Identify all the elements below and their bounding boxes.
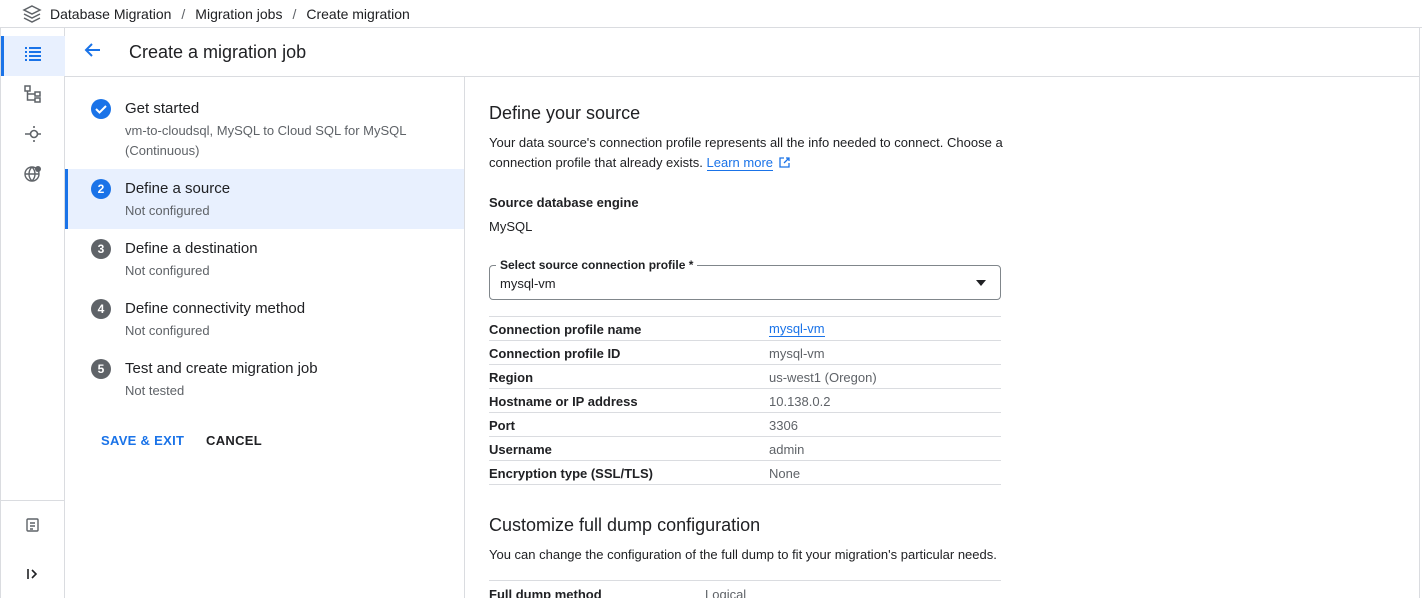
connection-icon	[24, 125, 42, 148]
section-heading-dump: Customize full dump configuration	[489, 515, 761, 535]
detail-key: Port	[489, 418, 515, 433]
detail-value: mysql-vm	[769, 346, 825, 361]
main-content: Define your source Your data source's co…	[489, 77, 1409, 598]
save-exit-button[interactable]: SAVE & EXIT	[101, 433, 184, 448]
breadcrumb-separator: /	[181, 5, 186, 22]
detail-key: Username	[489, 442, 552, 457]
dump-description: You can change the configuration of the …	[489, 547, 997, 562]
connection-profile-name-link[interactable]: mysql-vm	[769, 322, 825, 337]
open-in-new-icon	[778, 154, 790, 174]
list-icon	[24, 45, 42, 68]
detail-value: 10.138.0.2	[769, 394, 831, 409]
cancel-button[interactable]: CANCEL	[206, 433, 262, 448]
right-edge-divider	[1419, 28, 1420, 598]
source-profile-select-label: Select source connection profile *	[496, 258, 698, 272]
detail-value: None	[769, 466, 801, 481]
page-title: Create a migration job	[129, 41, 307, 62]
step-define-source[interactable]: 2 Define a source Not configured	[65, 169, 464, 229]
detail-key: Hostname or IP address	[489, 394, 638, 409]
check-circle-icon	[90, 98, 112, 125]
expand-rail-icon	[26, 567, 40, 586]
table-row: Connection profile name mysql-vm	[489, 317, 1001, 341]
rail-item-private-connectivity[interactable]	[1, 156, 65, 196]
table-row: Hostname or IP address 10.138.0.2	[489, 389, 1001, 413]
detail-key: Encryption type (SSL/TLS)	[489, 466, 653, 481]
step-test-create[interactable]: 5 Test and create migration job Not test…	[65, 349, 464, 409]
breadcrumb-migration-jobs[interactable]: Migration jobs	[195, 6, 282, 22]
connection-profile-details: Connection profile name mysql-vm Connect…	[489, 316, 1001, 485]
dump-method-value: Logical	[705, 587, 747, 598]
step-get-started[interactable]: Get started vm-to-cloudsql, MySQL to Clo…	[65, 77, 464, 169]
dump-config-table: Full dump method Logical	[489, 580, 1001, 598]
chevron-down-icon	[976, 280, 986, 286]
step-title: Define a source	[125, 180, 231, 197]
breadcrumb-product[interactable]: Database Migration	[50, 6, 171, 22]
stepper-panel: Get started vm-to-cloudsql, MySQL to Clo…	[65, 77, 465, 598]
breadcrumb-separator: /	[292, 5, 297, 22]
step-define-connectivity[interactable]: 4 Define connectivity method Not configu…	[65, 289, 464, 349]
learn-more-link[interactable]: Learn more	[706, 155, 774, 171]
rail-item-release-notes[interactable]	[1, 507, 65, 547]
step-subtitle: Not configured	[125, 203, 210, 218]
source-profile-select[interactable]: Select source connection profile * mysql…	[489, 258, 1001, 300]
detail-key: Connection profile ID	[489, 346, 621, 361]
step-title: Define connectivity method	[125, 300, 306, 317]
step-number-badge: 2	[91, 179, 111, 199]
breadcrumb-current: Create migration	[306, 5, 410, 22]
rail-item-connection-profiles[interactable]	[1, 116, 65, 156]
detail-value: us-west1 (Oregon)	[769, 370, 877, 385]
step-subtitle: Not configured	[125, 263, 210, 278]
hierarchy-icon	[24, 84, 42, 108]
table-row: Connection profile ID mysql-vm	[489, 341, 1001, 365]
detail-key: Region	[489, 370, 534, 385]
detail-key: Connection profile name	[489, 322, 642, 337]
section-heading-source: Define your source	[489, 103, 641, 123]
rail-item-migration-jobs[interactable]	[1, 36, 65, 76]
table-row: Username admin	[489, 437, 1001, 461]
detail-value: admin	[769, 442, 805, 457]
page-header: Create a migration job	[65, 28, 1419, 77]
table-row: Region us-west1 (Oregon)	[489, 365, 1001, 389]
detail-value: 3306	[769, 418, 798, 433]
breadcrumb: Database Migration / Migration jobs / Cr…	[0, 0, 1422, 28]
source-profile-select-value: mysql-vm	[500, 276, 556, 291]
step-subtitle: vm-to-cloudsql, MySQL to Cloud SQL for M…	[125, 123, 407, 158]
rail-item-conversion[interactable]	[1, 76, 65, 116]
dump-method-label: Full dump method	[489, 587, 602, 598]
table-row: Port 3306	[489, 413, 1001, 437]
source-engine-value: MySQL	[489, 219, 533, 234]
rail-item-expand[interactable]	[1, 556, 65, 596]
layers-icon	[22, 4, 42, 24]
globe-settings-icon	[24, 165, 42, 188]
back-button[interactable]	[65, 28, 121, 76]
step-subtitle: Not configured	[125, 323, 210, 338]
source-engine-label: Source database engine	[489, 195, 639, 210]
step-number-badge: 5	[91, 359, 111, 379]
step-title: Test and create migration job	[125, 360, 318, 377]
rail-divider	[1, 500, 65, 501]
step-number-badge: 3	[91, 239, 111, 259]
arrow-back-icon	[84, 41, 102, 64]
step-define-destination[interactable]: 3 Define a destination Not configured	[65, 229, 464, 289]
release-notes-icon	[25, 517, 41, 538]
source-description: Your data source's connection profile re…	[489, 133, 1009, 174]
step-title: Define a destination	[125, 240, 258, 257]
table-row: Encryption type (SSL/TLS) None	[489, 461, 1001, 485]
step-title: Get started	[125, 100, 200, 117]
left-nav-rail	[0, 28, 65, 598]
step-number-badge: 4	[91, 299, 111, 319]
step-subtitle: Not tested	[125, 383, 185, 398]
